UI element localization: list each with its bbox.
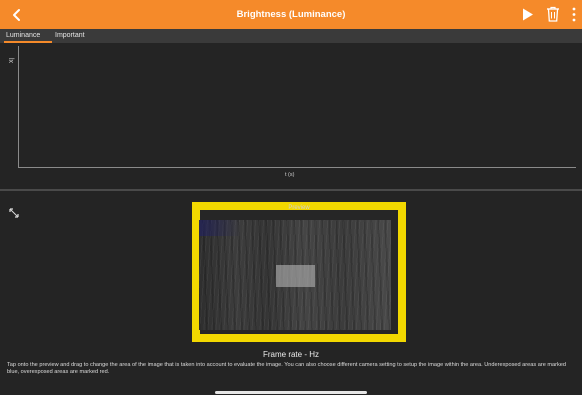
delete-button[interactable] — [546, 6, 560, 22]
measurement-area-handle[interactable] — [276, 265, 315, 287]
app-window: Brightness (Luminance) Luminance Importa… — [0, 0, 582, 395]
page-title: Brightness (Luminance) — [236, 9, 346, 20]
more-vertical-icon — [572, 7, 576, 22]
top-app-bar: Brightness (Luminance) — [0, 0, 582, 29]
play-icon — [523, 8, 533, 21]
y-axis — [18, 46, 19, 167]
frame-rate-readout: Frame rate - Hz — [262, 350, 319, 359]
x-axis-label: t (s) — [285, 172, 295, 178]
y-axis-label: lx — [7, 57, 15, 64]
luminance-graph[interactable]: lx t (s) — [0, 43, 582, 189]
trash-icon — [547, 6, 559, 22]
tab-bar: Luminance Important — [0, 29, 582, 43]
overflow-menu-button[interactable] — [571, 7, 577, 22]
expand-icon — [9, 208, 19, 218]
help-text: Tap onto the preview and drag to change … — [7, 362, 567, 376]
play-button[interactable] — [522, 8, 534, 21]
tab-important[interactable]: Important — [55, 29, 95, 43]
preview-label: Preview — [288, 205, 310, 211]
expand-button[interactable] — [9, 205, 19, 218]
tab-luminance[interactable]: Luminance — [4, 29, 52, 43]
home-indicator[interactable] — [215, 391, 367, 394]
section-divider — [0, 189, 582, 191]
x-axis — [18, 167, 576, 168]
